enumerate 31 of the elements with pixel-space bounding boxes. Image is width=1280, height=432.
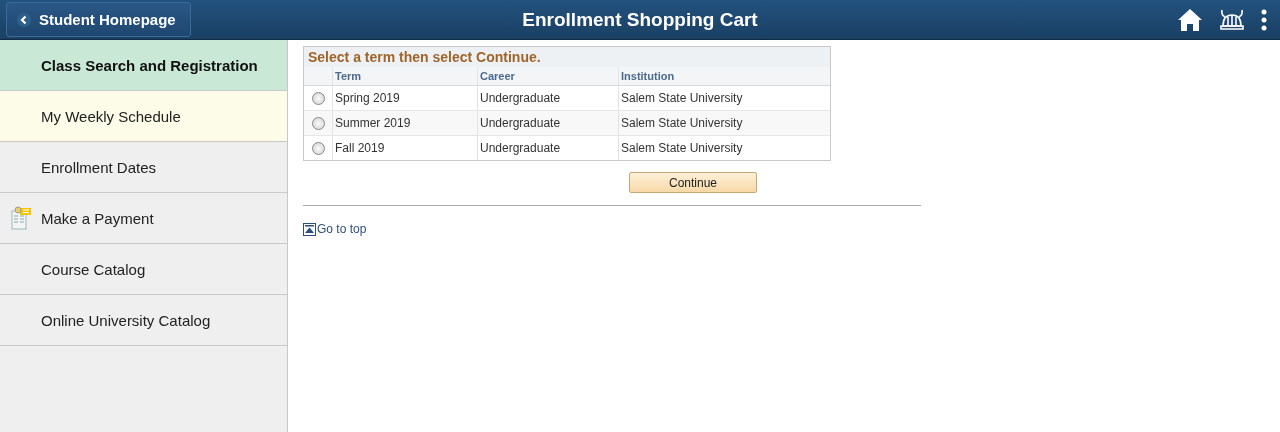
radio-button[interactable]	[311, 141, 325, 155]
arrow-up-icon	[303, 223, 316, 236]
table-cell-text: Salem State University	[620, 140, 744, 157]
table-cell-text: Salem State University	[620, 90, 744, 107]
sidebar-item[interactable]: My Weekly Schedule	[0, 91, 287, 142]
column-header: Career	[478, 67, 619, 85]
go-to-top-link[interactable]: Go to top	[303, 222, 367, 236]
sidebar-item[interactable]: Enrollment Dates	[0, 142, 287, 193]
table-cell: Undergraduate	[478, 136, 619, 160]
table-cell: Fall 2019	[333, 136, 478, 160]
sidebar-item[interactable]: Class Search and Registration	[0, 40, 287, 91]
table-cell-text: Salem State University	[620, 115, 744, 132]
sidebar-item[interactable]: Make a Payment	[0, 193, 287, 244]
back-button[interactable]: Student Homepage	[6, 2, 191, 37]
radio-button[interactable]	[311, 91, 325, 105]
sidebar-item[interactable]: Course Catalog	[0, 244, 287, 295]
column-header: Term	[333, 67, 478, 85]
more-options-icon[interactable]	[1261, 8, 1267, 31]
table-cell: Spring 2019	[333, 86, 478, 110]
continue-button[interactable]: Continue	[629, 172, 757, 193]
chevron-icon	[17, 12, 31, 27]
table-instruction: Select a term then select Continue.	[304, 47, 830, 67]
page-title: Enrollment Shopping Cart	[522, 8, 758, 31]
table-cell: Undergraduate	[478, 111, 619, 135]
sidebar-item[interactable]: Online University Catalog	[0, 295, 287, 346]
table-cell: Summer 2019	[333, 111, 478, 135]
home-icon[interactable]	[1177, 7, 1203, 32]
column-header: Institution	[620, 69, 676, 84]
helmet-icon[interactable]	[1219, 8, 1245, 31]
table-cell: Undergraduate	[478, 86, 619, 110]
radio-button[interactable]	[311, 116, 325, 130]
